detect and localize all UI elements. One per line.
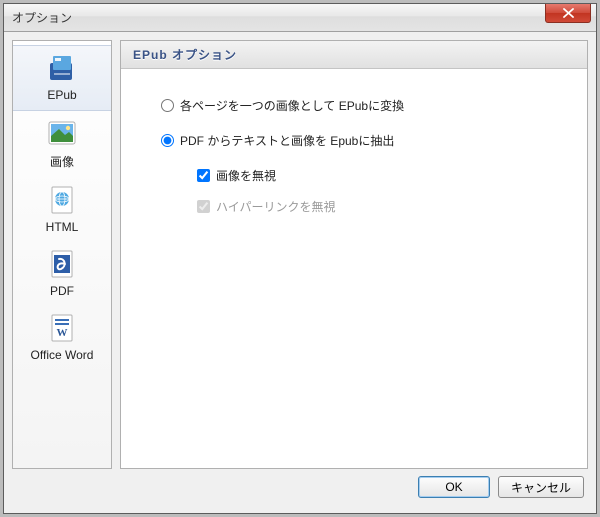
checkbox-ignore-hyperlinks: ハイパーリンクを無視 bbox=[197, 198, 569, 215]
sidebar-item-label: HTML bbox=[46, 220, 79, 234]
titlebar: オプション bbox=[4, 4, 596, 32]
svg-text:W: W bbox=[57, 327, 68, 339]
checkbox-ignore-images-input[interactable] bbox=[197, 169, 210, 182]
sidebar-item-label: EPub bbox=[47, 88, 76, 102]
image-icon bbox=[46, 117, 78, 149]
checkbox-ignore-images[interactable]: 画像を無視 bbox=[197, 167, 569, 184]
sidebar-item-html[interactable]: HTML bbox=[13, 178, 111, 242]
sidebar-item-label: 画像 bbox=[50, 153, 74, 170]
pdf-icon bbox=[46, 248, 78, 280]
radio-label: 各ページを一つの画像として EPubに変換 bbox=[180, 97, 404, 114]
close-button[interactable] bbox=[545, 4, 591, 23]
sidebar-item-epub[interactable]: EPub bbox=[13, 45, 111, 111]
button-label: OK bbox=[445, 480, 462, 494]
radio-extract-text-images[interactable]: PDF からテキストと画像を Epubに抽出 bbox=[161, 132, 569, 149]
window-title: オプション bbox=[12, 9, 72, 26]
format-sidebar: EPub 画像 bbox=[12, 40, 112, 469]
sidebar-item-label: Office Word bbox=[31, 348, 94, 362]
options-panel: EPub オプション 各ページを一つの画像として EPubに変換 PDF からテ… bbox=[120, 40, 588, 469]
radio-each-page-as-image-input[interactable] bbox=[161, 99, 174, 112]
options-dialog: オプション EPub bbox=[3, 3, 597, 514]
checkbox-ignore-hyperlinks-input bbox=[197, 200, 210, 213]
radio-label: PDF からテキストと画像を Epubに抽出 bbox=[180, 132, 394, 149]
ok-button[interactable]: OK bbox=[418, 476, 490, 498]
sidebar-item-word[interactable]: W Office Word bbox=[13, 306, 111, 370]
word-icon: W bbox=[46, 312, 78, 344]
sidebar-item-image[interactable]: 画像 bbox=[13, 111, 111, 178]
checkbox-label: 画像を無視 bbox=[216, 167, 276, 184]
epub-icon bbox=[46, 52, 78, 84]
sidebar-item-pdf[interactable]: PDF bbox=[13, 242, 111, 306]
radio-each-page-as-image[interactable]: 各ページを一つの画像として EPubに変換 bbox=[161, 97, 569, 114]
close-icon bbox=[563, 8, 574, 18]
sidebar-item-label: PDF bbox=[50, 284, 74, 298]
html-icon bbox=[46, 184, 78, 216]
dialog-buttons: OK キャンセル bbox=[12, 469, 588, 505]
checkbox-label: ハイパーリンクを無視 bbox=[216, 198, 336, 215]
panel-title: EPub オプション bbox=[121, 41, 587, 69]
radio-extract-text-images-input[interactable] bbox=[161, 134, 174, 147]
cancel-button[interactable]: キャンセル bbox=[498, 476, 584, 498]
button-label: キャンセル bbox=[511, 479, 571, 496]
